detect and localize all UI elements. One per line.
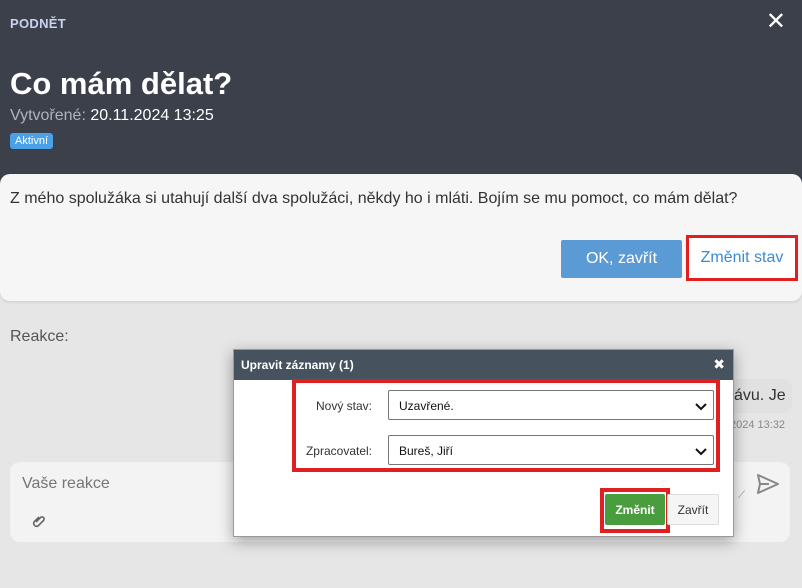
resize-handle-icon[interactable]: ⟋ bbox=[738, 490, 745, 501]
created-info: Vytvořené: 20.11.2024 13:25 bbox=[10, 107, 214, 125]
edit-records-dialog: Upravit záznamy (1) ✖ Nový stav: Uzavřen… bbox=[233, 349, 734, 537]
dialog-header: Upravit záznamy (1) ✖ bbox=[234, 350, 733, 380]
ok-close-button[interactable]: OK, zavřít bbox=[561, 240, 682, 278]
page-title: Co mám dělat? bbox=[10, 66, 233, 101]
status-badge: Aktivní bbox=[10, 133, 54, 149]
send-icon[interactable] bbox=[757, 474, 779, 499]
assignee-value: Bureš, Jiří bbox=[399, 444, 454, 458]
dialog-title: Upravit záznamy (1) bbox=[241, 358, 354, 372]
section-kicker: PODNĚT bbox=[10, 16, 66, 31]
detail-header: PODNĚT ✕ Co mám dělat? Vytvořené: 20.11.… bbox=[0, 0, 802, 190]
confirm-change-button[interactable]: Změnit bbox=[605, 494, 665, 525]
close-icon[interactable]: ✕ bbox=[766, 9, 786, 35]
paperclip-icon[interactable] bbox=[32, 514, 46, 535]
dialog-close-button[interactable]: Zavřít bbox=[667, 494, 719, 525]
reaction-timestamp: 2024 13:32 bbox=[730, 419, 786, 431]
assignee-select[interactable]: Bureš, Jiří bbox=[388, 435, 714, 465]
new-state-label: Nový stav: bbox=[315, 399, 372, 413]
change-state-button[interactable]: Změnit stav bbox=[686, 235, 798, 281]
created-label: Vytvořené: bbox=[10, 107, 86, 124]
reply-input[interactable]: Vaše reakce bbox=[22, 475, 110, 493]
assignee-label: Zpracovatel: bbox=[305, 444, 372, 458]
created-value: 20.11.2024 13:25 bbox=[90, 107, 214, 124]
new-state-select[interactable]: Uzavřené. bbox=[388, 390, 714, 420]
message-text: Z mého spolužáka si utahují další dva sp… bbox=[10, 190, 738, 207]
new-state-value: Uzavřené. bbox=[399, 399, 454, 413]
reactions-label: Reakce: bbox=[10, 328, 69, 345]
chevron-down-icon bbox=[695, 400, 707, 414]
dialog-close-icon[interactable]: ✖ bbox=[713, 356, 725, 373]
message-card: Z mého spolužáka si utahují další dva sp… bbox=[0, 174, 802, 301]
chevron-down-icon bbox=[695, 445, 707, 459]
